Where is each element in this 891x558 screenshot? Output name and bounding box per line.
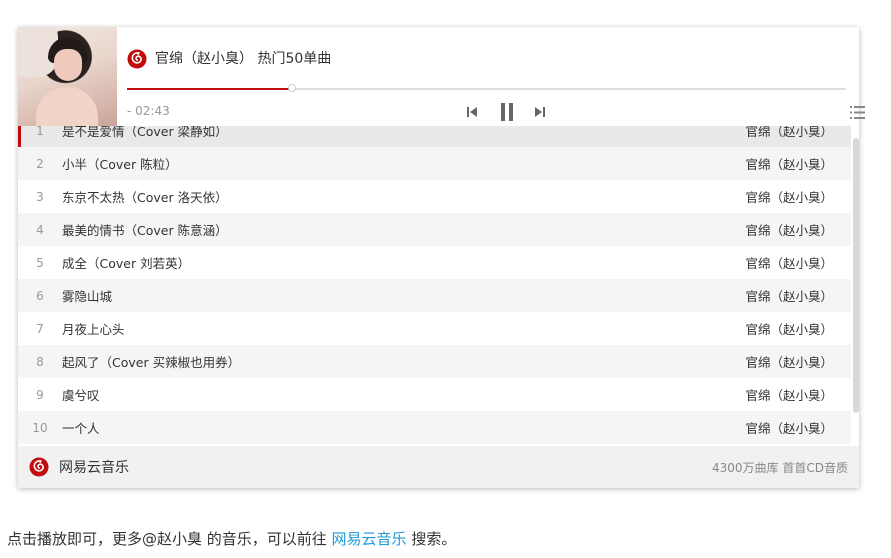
skip-previous-icon	[467, 107, 477, 117]
track-artist: 官绵（赵小臭）	[745, 355, 833, 370]
track-index: 9	[36, 387, 44, 402]
track-index: 7	[36, 321, 44, 336]
track-index: 2	[36, 156, 44, 171]
track-index: 10	[32, 420, 48, 435]
skip-next-icon	[535, 107, 545, 117]
track-name: 成全（Cover 刘若英）	[62, 256, 191, 271]
footer-tagline: 4300万曲库 首首CD音质	[712, 460, 848, 475]
track-name: 东京不太热（Cover 洛天依）	[62, 190, 228, 205]
playlist-row[interactable]: 4 最美的情书（Cover 陈意涵） 官绵（赵小臭）	[18, 213, 851, 246]
track-artist: 官绵（赵小臭）	[745, 322, 833, 337]
track-artist: 官绵（赵小臭）	[745, 190, 833, 205]
track-name: 雾隐山城	[62, 289, 113, 304]
playlist-title: 官绵（赵小臭） 热门50单曲	[155, 51, 332, 67]
playlist-row[interactable]: 10 一个人 官绵（赵小臭）	[18, 411, 851, 444]
track-artist: 官绵（赵小臭）	[745, 388, 833, 403]
pause-icon	[501, 103, 513, 121]
playlist-row[interactable]: 8 起风了（Cover 买辣椒也用券） 官绵（赵小臭）	[18, 345, 851, 378]
track-name: 是不是爱情（Cover 梁静如）	[62, 126, 228, 139]
track-name: 虞兮叹	[62, 388, 100, 403]
playlist-row[interactable]: 7 月夜上心头 官绵（赵小臭）	[18, 312, 851, 345]
playlist-row[interactable]: 2 小半（Cover 陈粒） 官绵（赵小臭）	[18, 147, 851, 180]
track-artist: 官绵（赵小臭）	[745, 157, 833, 172]
track-index: 1	[36, 126, 44, 138]
track-artist: 官绵（赵小臭）	[745, 289, 833, 304]
netease-music-link[interactable]: 网易云音乐	[332, 530, 407, 548]
playlist-row[interactable]: 1 是不是爱情（Cover 梁静如） 官绵（赵小臭）	[18, 126, 851, 147]
progress-fill	[127, 88, 293, 90]
track-name: 一个人	[62, 421, 100, 436]
next-button[interactable]	[533, 103, 547, 121]
footnote-suffix: 搜索。	[406, 530, 457, 548]
album-cover	[18, 27, 117, 126]
player-header: 官绵（赵小臭） 热门50单曲 - 02:43	[117, 27, 865, 126]
playlist-row[interactable]: 3 东京不太热（Cover 洛天依） 官绵（赵小臭）	[18, 180, 851, 213]
playlist-row[interactable]: 5 成全（Cover 刘若英） 官绵（赵小臭）	[18, 246, 851, 279]
player-footer: 网易云音乐 4300万曲库 首首CD音质	[18, 446, 859, 488]
playlist: 1 是不是爱情（Cover 梁静如） 官绵（赵小臭） 2 小半（Cover 陈粒） 官绵（…	[18, 126, 859, 446]
time-remaining: - 02:43	[127, 104, 170, 118]
track-artist: 官绵（赵小臭）	[745, 256, 833, 271]
track-name: 月夜上心头	[62, 322, 125, 337]
netease-cloud-music-icon	[127, 49, 147, 69]
track-name: 小半（Cover 陈粒）	[62, 157, 178, 172]
track-name: 最美的情书（Cover 陈意涵）	[62, 223, 228, 238]
track-artist: 官绵（赵小臭）	[745, 126, 833, 139]
music-player: 官绵（赵小臭） 热门50单曲 - 02:43 1 是不是爱情（Cover 梁静如…	[18, 27, 865, 488]
playlist-rows: 1 是不是爱情（Cover 梁静如） 官绵（赵小臭） 2 小半（Cover 陈粒） 官绵（…	[18, 126, 851, 444]
netease-cloud-music-icon[interactable]	[29, 457, 49, 477]
track-artist: 官绵（赵小臭）	[745, 223, 833, 238]
track-name: 起风了（Cover 买辣椒也用券）	[62, 355, 241, 370]
pause-button[interactable]	[497, 103, 517, 121]
progress-bar[interactable]	[127, 84, 846, 92]
prev-button[interactable]	[465, 103, 479, 121]
playlist-scrollbar[interactable]	[853, 138, 859, 413]
track-index: 5	[36, 255, 44, 270]
playlist-row[interactable]: 6 雾隐山城 官绵（赵小臭）	[18, 279, 851, 312]
footnote: 点击播放即可，更多@赵小臭 的音乐，可以前往 网易云音乐 搜索。	[7, 528, 456, 549]
footnote-prefix: 点击播放即可，更多@赵小臭 的音乐，可以前往	[7, 530, 332, 548]
track-index: 6	[36, 288, 44, 303]
track-index: 3	[36, 189, 44, 204]
playlist-row[interactable]: 9 虞兮叹 官绵（赵小臭）	[18, 378, 851, 411]
track-index: 4	[36, 222, 44, 237]
playlist-menu-icon	[849, 105, 865, 119]
progress-thumb[interactable]	[288, 84, 297, 92]
track-index: 8	[36, 354, 44, 369]
track-artist: 官绵（赵小臭）	[745, 421, 833, 436]
playlist-menu-button[interactable]	[849, 103, 865, 121]
footer-brand-link[interactable]: 网易云音乐	[59, 457, 129, 477]
